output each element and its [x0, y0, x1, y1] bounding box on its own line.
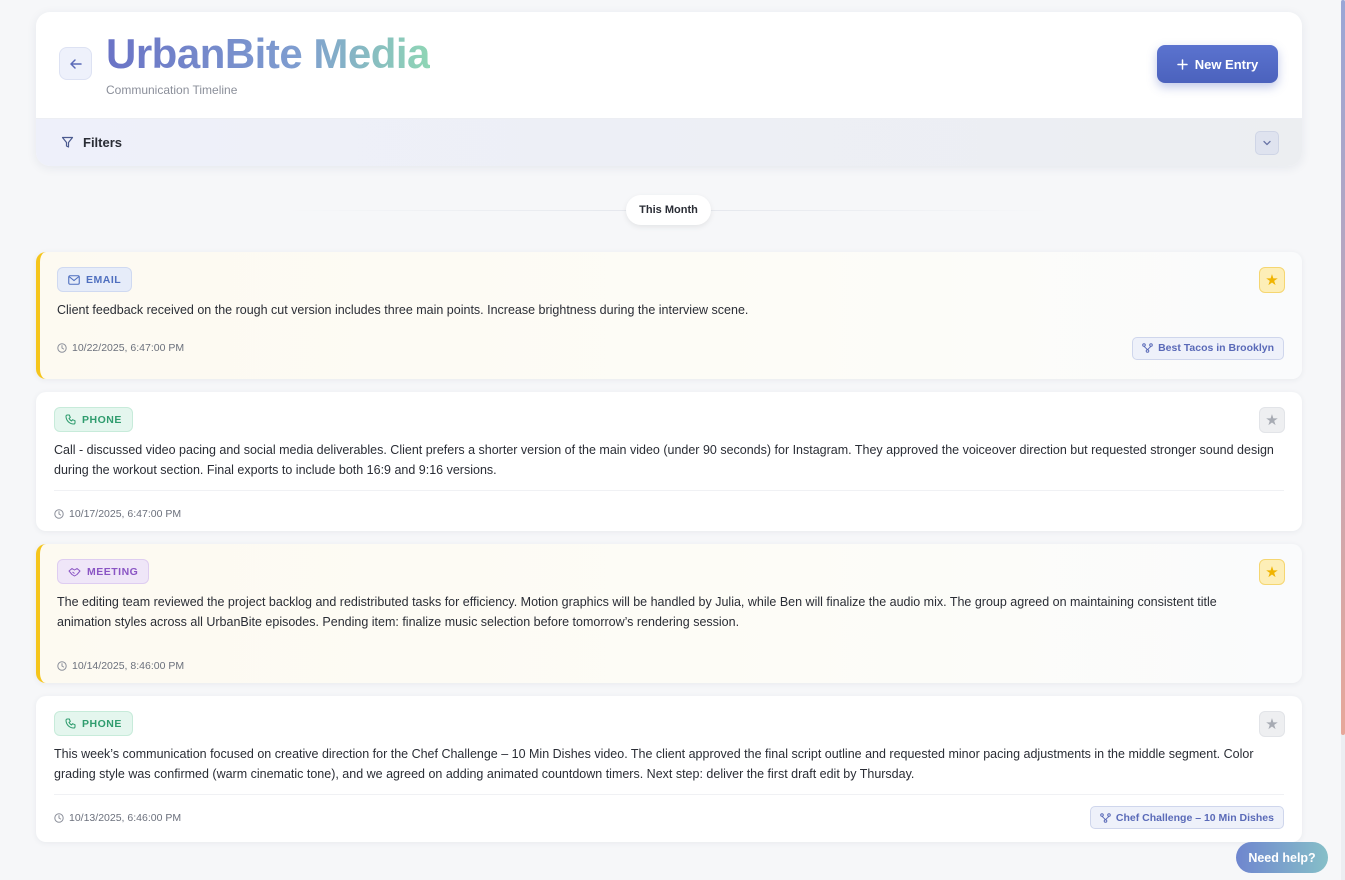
- entry-footer: 10/22/2025, 6:47:00 PM Best Tacos in Bro…: [57, 325, 1284, 371]
- entry-type-badge: PHONE: [54, 711, 133, 736]
- entry-footer: 10/13/2025, 6:46:00 PM Chef Challenge – …: [54, 794, 1284, 840]
- scrollbar-thumb[interactable]: [1341, 0, 1345, 735]
- clock-icon: [57, 660, 67, 671]
- entry-timestamp-text: 10/14/2025, 8:46:00 PM: [72, 659, 185, 672]
- filters-bar[interactable]: Filters: [36, 118, 1302, 166]
- entry-type-label: EMAIL: [86, 273, 122, 286]
- project-branch-icon: [1100, 812, 1111, 823]
- arrow-left-icon: [69, 58, 82, 69]
- timeline-entry: EMAIL ★ Client feedback received on the …: [36, 252, 1302, 379]
- clock-icon: [54, 508, 64, 519]
- entry-footer: 10/14/2025, 8:46:00 PM: [57, 642, 1284, 688]
- entry-timestamp: 10/14/2025, 8:46:00 PM: [57, 660, 184, 672]
- month-divider: This Month: [36, 195, 1302, 225]
- star-icon: ★: [1265, 412, 1279, 429]
- phone-icon: [65, 414, 76, 425]
- project-tag-label: Best Tacos in Brooklyn: [1158, 342, 1274, 354]
- entry-type-badge: MEETING: [57, 559, 150, 584]
- entry-type-label: MEETING: [87, 565, 139, 578]
- star-toggle-button[interactable]: ★: [1259, 559, 1285, 585]
- entry-type-badge: EMAIL: [57, 267, 133, 292]
- entry-text: Call - discussed video pacing and social…: [54, 443, 1274, 477]
- star-toggle-button[interactable]: ★: [1259, 407, 1285, 433]
- entry-timestamp: 10/22/2025, 6:47:00 PM: [57, 342, 184, 354]
- star-icon: ★: [1265, 716, 1279, 733]
- plus-icon: [1176, 58, 1188, 70]
- timeline-entry: PHONE ★ Call - discussed video pacing an…: [36, 392, 1302, 531]
- new-entry-label: New Entry: [1194, 56, 1259, 72]
- filter-icon: [61, 136, 74, 148]
- star-icon: ★: [1265, 272, 1279, 289]
- entry-timestamp-text: 10/17/2025, 6:47:00 PM: [69, 507, 182, 520]
- header-top: UrbanBite Media Communication Timeline N…: [36, 12, 1302, 118]
- month-group-label: This Month: [626, 195, 711, 225]
- timeline-entry: PHONE ★ This week’s communication focuse…: [36, 696, 1302, 842]
- entry-text: The editing team reviewed the project ba…: [57, 595, 1217, 629]
- project-branch-icon: [1142, 343, 1153, 353]
- entry-type-badge: PHONE: [54, 407, 133, 432]
- project-tag[interactable]: Best Tacos in Brooklyn: [1132, 336, 1284, 360]
- project-tag-label: Chef Challenge – 10 Min Dishes: [1115, 811, 1274, 824]
- star-toggle-button[interactable]: ★: [1259, 267, 1285, 293]
- filters-label: Filters: [83, 135, 123, 150]
- entry-footer: 10/17/2025, 6:47:00 PM: [54, 490, 1284, 536]
- star-toggle-button[interactable]: ★: [1259, 711, 1285, 737]
- entry-type-label: PHONE: [82, 413, 122, 426]
- clock-icon: [57, 343, 67, 353]
- project-tag[interactable]: Chef Challenge – 10 Min Dishes: [1089, 806, 1284, 829]
- timeline-entry: MEETING ★ The editing team reviewed the …: [36, 544, 1302, 683]
- back-button[interactable]: [59, 47, 92, 80]
- clock-icon: [54, 812, 64, 823]
- page: UrbanBite Media Communication Timeline N…: [36, 12, 1302, 855]
- star-icon: ★: [1265, 564, 1279, 581]
- chevron-down-icon: [1263, 140, 1271, 146]
- page-title: UrbanBite Media: [106, 30, 430, 77]
- entry-timestamp: 10/17/2025, 6:47:00 PM: [54, 508, 181, 520]
- need-help-button[interactable]: Need help?: [1236, 842, 1328, 873]
- header-card: UrbanBite Media Communication Timeline N…: [36, 12, 1302, 166]
- entry-timestamp: 10/13/2025, 6:46:00 PM: [54, 812, 181, 824]
- filters-toggle-button[interactable]: [1255, 131, 1279, 155]
- phone-icon: [65, 718, 76, 729]
- entry-type-label: PHONE: [82, 717, 122, 730]
- entry-timestamp-text: 10/22/2025, 6:47:00 PM: [72, 342, 185, 354]
- entry-text: Client feedback received on the rough cu…: [57, 303, 749, 317]
- meeting-icon: [68, 567, 81, 576]
- entry-text: This week’s communication focused on cre…: [54, 747, 1254, 781]
- page-subtitle: Communication Timeline: [106, 83, 238, 97]
- entries-list: EMAIL ★ Client feedback received on the …: [36, 252, 1302, 842]
- new-entry-button[interactable]: New Entry: [1157, 45, 1278, 83]
- scrollbar[interactable]: [1341, 0, 1345, 880]
- mail-icon: [68, 274, 80, 285]
- entry-timestamp-text: 10/13/2025, 6:46:00 PM: [69, 811, 182, 824]
